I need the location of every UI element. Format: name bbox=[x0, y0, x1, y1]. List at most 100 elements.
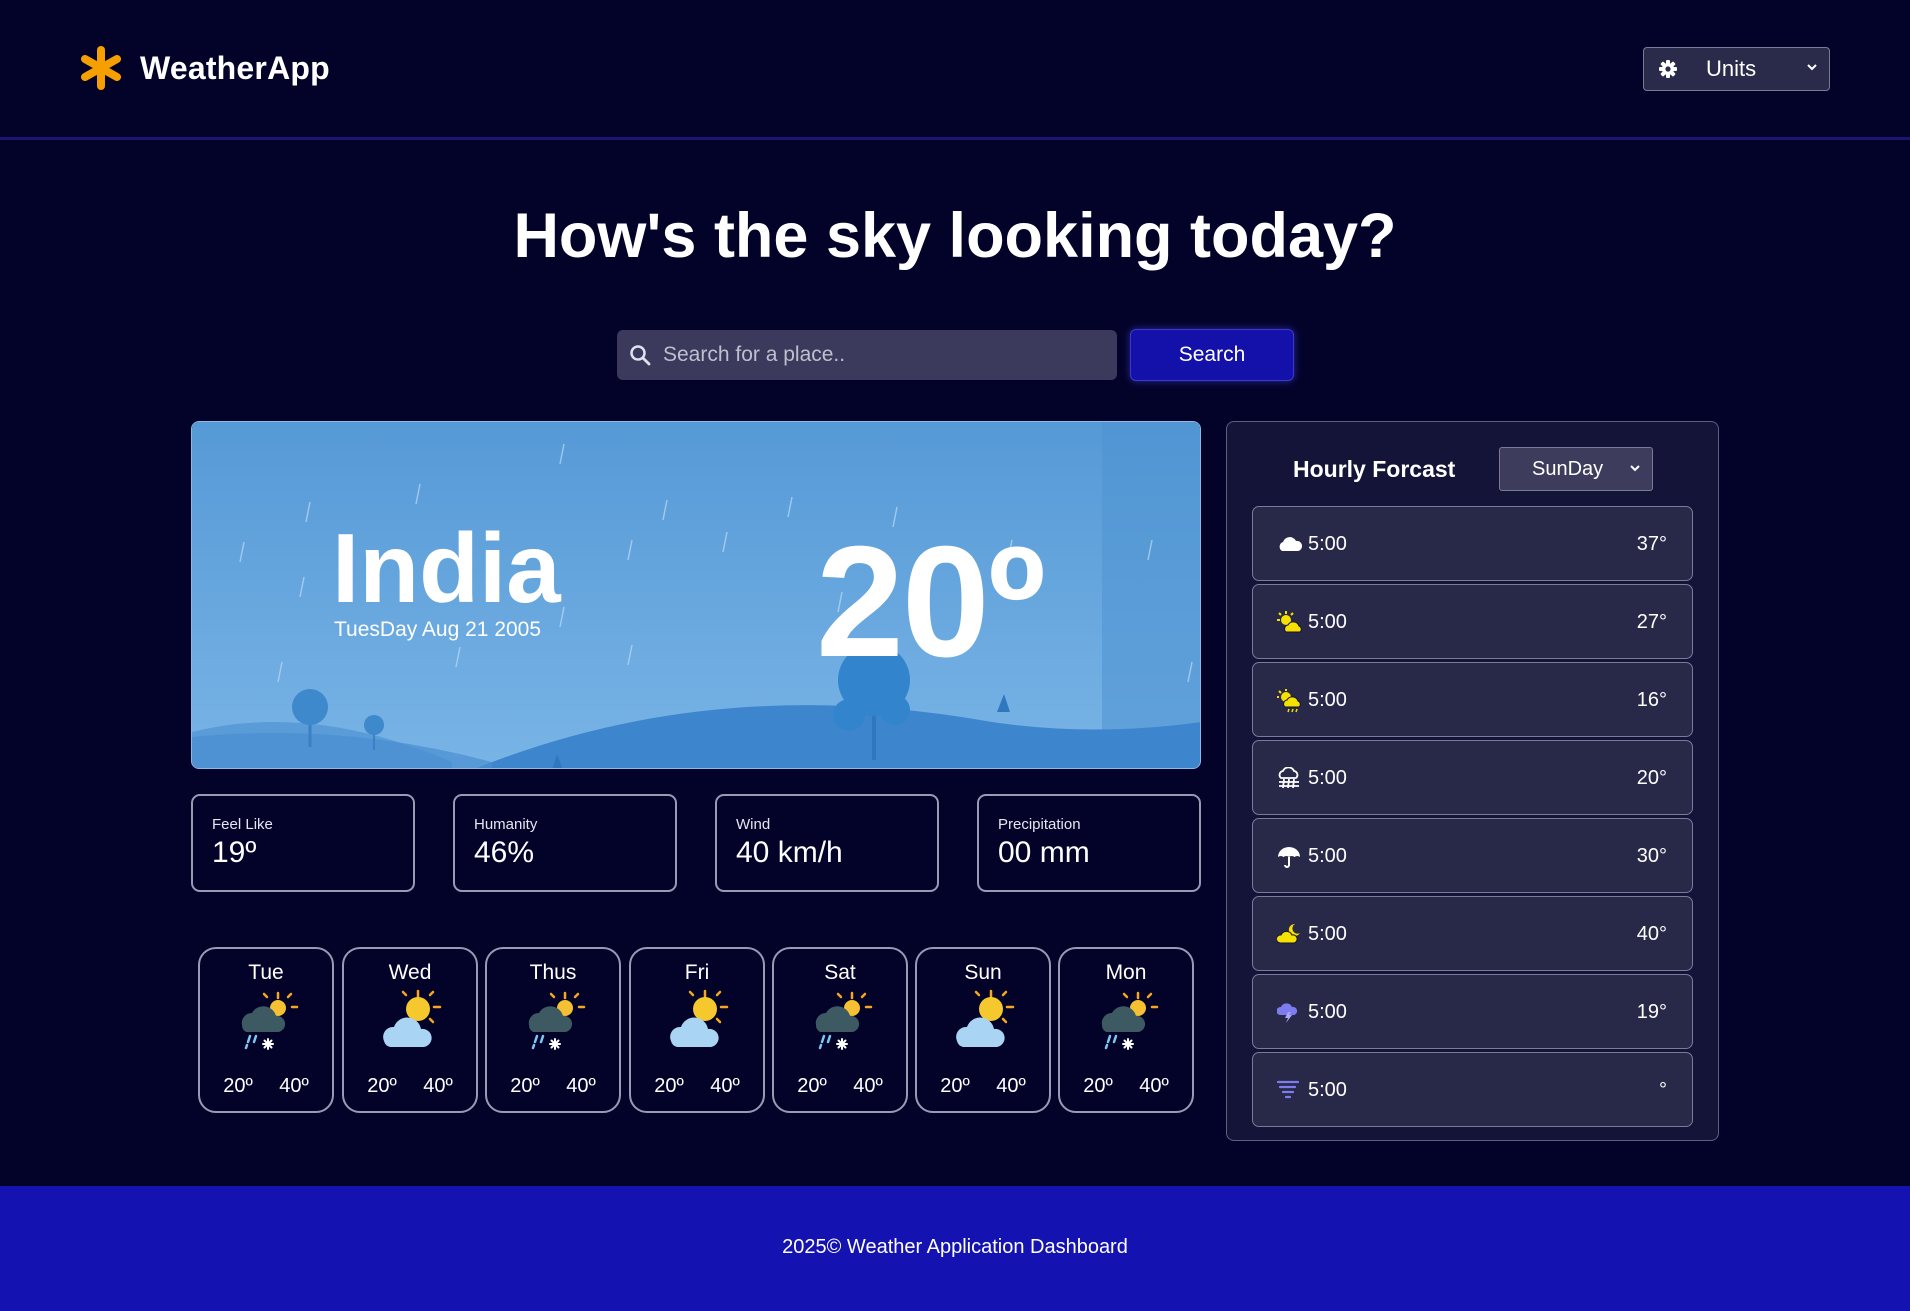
snow-sun-icon bbox=[808, 989, 874, 1055]
current-weather-card: India TuesDay Aug 21 2005 20º bbox=[191, 421, 1201, 769]
hour-temp: 37° bbox=[1636, 533, 1667, 555]
search-box[interactable] bbox=[617, 330, 1117, 380]
high-temp: 40º bbox=[423, 1075, 453, 1097]
day-temps: 20º 40º bbox=[1060, 1075, 1192, 1098]
hour-temp: 40° bbox=[1636, 923, 1667, 945]
moon-cloud-icon bbox=[1277, 923, 1300, 944]
low-temp: 20º bbox=[654, 1075, 684, 1097]
low-temp: 20º bbox=[510, 1075, 540, 1097]
snow-sun-icon bbox=[1094, 989, 1160, 1055]
stat-value: 00 mm bbox=[998, 836, 1090, 869]
stat-label: Precipitation bbox=[998, 816, 1081, 833]
high-temp: 40º bbox=[996, 1075, 1026, 1097]
hour-time: 5:00 bbox=[1308, 1079, 1347, 1101]
hourly-row[interactable]: 5:00 ° bbox=[1252, 1052, 1693, 1127]
day-card-sun[interactable]: Sun 20º 40º bbox=[915, 947, 1051, 1113]
search-input[interactable] bbox=[663, 343, 1103, 367]
chevron-down-icon bbox=[1807, 64, 1817, 71]
high-temp: 40º bbox=[566, 1075, 596, 1097]
low-temp: 20º bbox=[367, 1075, 397, 1097]
hourly-row[interactable]: 5:00 37° bbox=[1252, 506, 1693, 581]
current-date: TuesDay Aug 21 2005 bbox=[334, 618, 542, 641]
high-temp: 40º bbox=[279, 1075, 309, 1097]
chevron-down-icon bbox=[1630, 465, 1640, 472]
asterisk-logo-icon bbox=[81, 46, 121, 90]
day-card-thus[interactable]: Thus 20º 40º bbox=[485, 947, 621, 1113]
wind-card: Wind 40 km/h bbox=[715, 794, 939, 892]
low-temp: 20º bbox=[797, 1075, 827, 1097]
page-footer: 2025© Weather Application Dashboard bbox=[0, 1186, 1910, 1311]
humidity-card: Humanity 46% bbox=[453, 794, 677, 892]
feels-like-card: Feel Like 19º bbox=[191, 794, 415, 892]
hour-temp: 27° bbox=[1636, 611, 1667, 633]
day-select-dropdown[interactable]: SunDay bbox=[1499, 447, 1653, 491]
hour-temp: 30° bbox=[1636, 845, 1667, 867]
day-temps: 20º 40º bbox=[774, 1075, 906, 1098]
stat-label: Wind bbox=[736, 816, 771, 833]
day-temps: 20º 40º bbox=[200, 1075, 332, 1098]
hail-icon bbox=[1278, 767, 1299, 789]
hour-time: 5:00 bbox=[1308, 767, 1347, 789]
day-card-mon[interactable]: Mon 20º 40º bbox=[1058, 947, 1194, 1113]
footer-text: 2025© Weather Application Dashboard bbox=[782, 1236, 1128, 1258]
day-card-tue[interactable]: Tue 20º 40º bbox=[198, 947, 334, 1113]
current-temperature: 20º bbox=[816, 514, 1045, 690]
day-card-sat[interactable]: Sat 20º 40º bbox=[772, 947, 908, 1113]
day-name: Fri bbox=[684, 961, 710, 984]
storm-cloud-icon bbox=[1277, 1003, 1298, 1023]
app-name: WeatherApp bbox=[140, 49, 330, 86]
high-temp: 40º bbox=[853, 1075, 883, 1097]
umbrella-icon bbox=[1278, 847, 1300, 868]
day-name: Tue bbox=[248, 961, 284, 984]
hourly-forecast-panel: Hourly Forcast SunDay 5:00 37° 5:00 27° … bbox=[1226, 421, 1719, 1141]
hourly-row[interactable]: 5:00 20° bbox=[1252, 740, 1693, 815]
day-temps: 20º 40º bbox=[917, 1075, 1049, 1098]
high-temp: 40º bbox=[1139, 1075, 1169, 1097]
hour-temp: ° bbox=[1659, 1079, 1667, 1101]
hour-time: 5:00 bbox=[1308, 923, 1347, 945]
hourly-row[interactable]: 5:00 19° bbox=[1252, 974, 1693, 1049]
day-name: Sat bbox=[824, 961, 856, 984]
hour-time: 5:00 bbox=[1308, 845, 1347, 867]
partly-cloudy-icon bbox=[951, 989, 1017, 1055]
low-temp: 20º bbox=[223, 1075, 253, 1097]
page-title: How's the sky looking today? bbox=[513, 201, 1397, 271]
day-card-wed[interactable]: Wed 20º 40º bbox=[342, 947, 478, 1113]
hour-time: 5:00 bbox=[1308, 1001, 1347, 1023]
units-dropdown[interactable]: Units bbox=[1643, 47, 1830, 91]
cloud-icon bbox=[1279, 537, 1303, 551]
hour-time: 5:00 bbox=[1308, 611, 1347, 633]
hourly-row[interactable]: 5:00 16° bbox=[1252, 662, 1693, 737]
hourly-title: Hourly Forcast bbox=[1293, 456, 1456, 482]
partly-cloudy-icon bbox=[665, 989, 731, 1055]
hour-temp: 19° bbox=[1636, 1001, 1667, 1023]
high-temp: 40º bbox=[710, 1075, 740, 1097]
hourly-row[interactable]: 5:00 40° bbox=[1252, 896, 1693, 971]
sun-rain-cloud-icon bbox=[1277, 689, 1301, 713]
hour-time: 5:00 bbox=[1308, 689, 1347, 711]
day-name: Mon bbox=[1105, 961, 1147, 984]
units-label: Units bbox=[1706, 56, 1757, 81]
snow-sun-icon bbox=[234, 989, 300, 1055]
stat-value: 46% bbox=[474, 836, 535, 869]
app-header: WeatherApp Units bbox=[0, 0, 1910, 140]
app-logo[interactable]: WeatherApp bbox=[80, 46, 330, 90]
precipitation-card: Precipitation 00 mm bbox=[977, 794, 1201, 892]
day-card-fri[interactable]: Fri 20º 40º bbox=[629, 947, 765, 1113]
day-temps: 20º 40º bbox=[344, 1075, 476, 1098]
tornado-icon bbox=[1277, 1080, 1299, 1099]
stat-label: Feel Like bbox=[212, 816, 273, 833]
search-button[interactable]: Search bbox=[1130, 329, 1294, 381]
hourly-row[interactable]: 5:00 30° bbox=[1252, 818, 1693, 893]
day-name: Wed bbox=[388, 961, 432, 984]
day-name: Thus bbox=[529, 961, 577, 984]
gear-icon bbox=[1659, 60, 1677, 78]
location-name: India bbox=[332, 513, 561, 623]
hour-temp: 20° bbox=[1636, 767, 1667, 789]
day-name: Sun bbox=[964, 961, 1002, 984]
stat-value: 19º bbox=[212, 836, 257, 869]
hourly-row[interactable]: 5:00 27° bbox=[1252, 584, 1693, 659]
day-temps: 20º 40º bbox=[487, 1075, 619, 1098]
stat-label: Humanity bbox=[474, 816, 538, 833]
stat-value: 40 km/h bbox=[736, 836, 843, 869]
